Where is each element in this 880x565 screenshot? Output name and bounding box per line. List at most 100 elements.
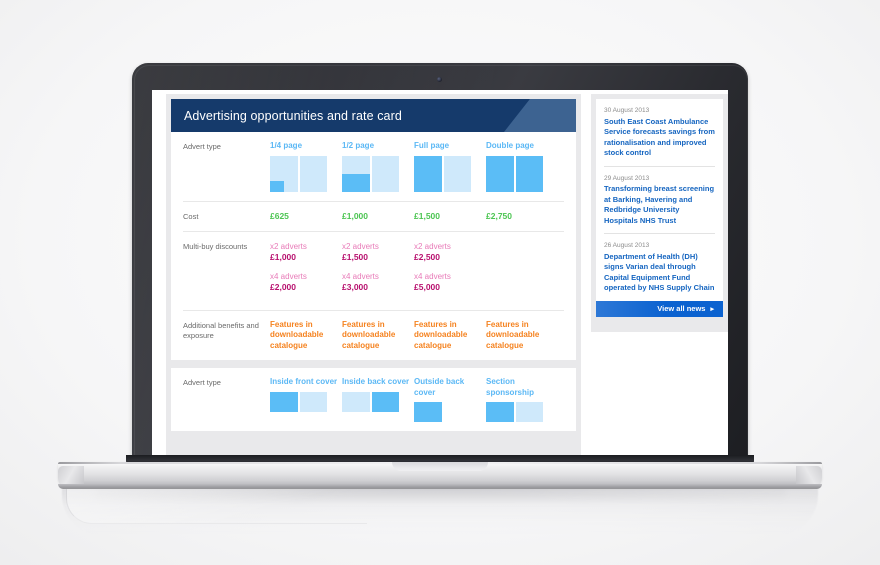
news-list-item[interactable]: 30 August 2013 South East Coast Ambulanc… — [604, 99, 715, 167]
column-heading: Inside front cover — [270, 377, 338, 386]
column-section-sponsorship: Section sponsorship — [486, 377, 558, 422]
column-inside-front-cover: Inside front cover — [270, 377, 342, 422]
multibuy-price: £3,000 — [342, 281, 368, 292]
cost-cell-double: £2,750 — [486, 211, 558, 222]
multibuy-tier: x2 adverts £1,000 — [270, 241, 342, 263]
page-title: Advertising opportunities and rate card — [184, 108, 402, 123]
view-all-news-label: View all news — [657, 304, 706, 313]
benefit-text: Features in downloadable catalogue — [342, 319, 396, 350]
spread-left-page — [270, 391, 298, 412]
multibuy-cell-double — [486, 241, 558, 301]
spread-right-page — [371, 155, 399, 192]
benefit-cell-double: Features in downloadable catalogue — [486, 320, 558, 352]
spread-left-page — [414, 402, 442, 422]
spread-right-page — [444, 402, 472, 422]
table-row-advert-type: Advert type 1/4 page 1/2 page Full page … — [183, 132, 564, 202]
table-row-advert-type-two: Advert type Inside front cover Inside ba… — [183, 368, 564, 431]
spread-left-page — [486, 155, 514, 192]
table-row-multibuy: Multi-buy discounts x2 adverts £1,000 x4… — [183, 232, 564, 311]
news-panel: 30 August 2013 South East Coast Ambulanc… — [596, 99, 723, 301]
multibuy-price: £2,000 — [270, 281, 296, 292]
advert-area-block — [270, 181, 284, 192]
advert-type-cells-two: Inside front cover Inside back cover Out… — [270, 377, 564, 422]
multibuy-quantity: x2 adverts — [414, 241, 451, 251]
column-half-page: 1/2 page — [342, 141, 414, 192]
spread-left-page — [414, 155, 442, 192]
spread-right-page — [299, 155, 327, 192]
news-headline-link[interactable]: South East Coast Ambulance Service forec… — [604, 117, 715, 159]
news-list-item[interactable]: 26 August 2013 Department of Health (DH)… — [604, 234, 715, 301]
cost-cell-half: £1,000 — [342, 211, 414, 222]
news-date: 29 August 2013 — [604, 174, 650, 182]
row-label-advert-type: Advert type — [183, 142, 221, 151]
column-heading: Section sponsorship — [486, 377, 535, 397]
spread-diagram-outside-back-cover — [414, 402, 471, 422]
laptop-reflection-edge — [66, 489, 367, 524]
benefit-text: Features in downloadable catalogue — [270, 319, 324, 350]
multibuy-quantity: x2 adverts — [270, 241, 307, 251]
multibuy-tier: x4 adverts £5,000 — [414, 271, 486, 293]
spread-left-page — [342, 391, 370, 412]
multibuy-price: £2,500 — [414, 251, 440, 262]
spread-diagram-section-sponsorship — [486, 402, 543, 422]
row-label-benefits: Additional benefits and exposure — [183, 320, 259, 340]
page-content: Advertising opportunities and rate card … — [166, 94, 728, 457]
spread-right-page — [299, 391, 327, 412]
spread-diagram-half-page — [342, 155, 399, 192]
column-heading: Inside back cover — [342, 377, 410, 386]
news-headline-link[interactable]: Transforming breast screening at Barking… — [604, 184, 715, 226]
spread-diagram-inside-front-cover — [270, 391, 327, 412]
spread-left-page — [342, 155, 370, 192]
header-wedge-decoration — [504, 99, 576, 132]
row-label-advert-type-two: Advert type — [183, 378, 221, 387]
multibuy-price: £1,500 — [342, 251, 368, 262]
cost-cells: £625 £1,000 £1,500 £2,750 — [270, 211, 564, 222]
laptop-base-notch — [392, 462, 488, 471]
column-heading: Full page — [414, 141, 450, 150]
benefit-cell-quarter: Features in downloadable catalogue — [270, 320, 342, 352]
cost-value: £2,750 — [486, 210, 512, 221]
cost-value: £1,500 — [414, 210, 440, 221]
spread-right-page — [371, 391, 399, 412]
multibuy-tier: x4 adverts £2,000 — [270, 271, 342, 293]
news-date: 30 August 2013 — [604, 107, 650, 114]
multibuy-cell-half: x2 adverts £1,500 x4 adverts £3,000 — [342, 241, 414, 301]
cost-cell-full: £1,500 — [414, 211, 486, 222]
benefit-cell-full: Features in downloadable catalogue — [414, 320, 486, 352]
multibuy-quantity: x4 adverts — [342, 271, 379, 281]
advert-type-cells: 1/4 page 1/2 page Full page Double page — [270, 141, 564, 192]
multibuy-price: £5,000 — [414, 281, 440, 292]
main-column: Advertising opportunities and rate card … — [166, 94, 581, 457]
column-full-page: Full page — [414, 141, 486, 192]
rate-card-table-one: Advert type 1/4 page 1/2 page Full page … — [171, 132, 576, 360]
table-row-benefits: Additional benefits and exposure Feature… — [183, 311, 564, 361]
multibuy-tier: x4 adverts £3,000 — [342, 271, 414, 293]
view-all-news-button[interactable]: View all news ▸ — [596, 300, 723, 317]
spread-left-page — [270, 155, 298, 192]
page-header-band: Advertising opportunities and rate card — [171, 99, 576, 132]
advert-area-block — [342, 173, 370, 192]
row-label-cost: Cost — [183, 211, 199, 221]
column-heading: Double page — [486, 141, 535, 150]
news-headline-link[interactable]: Department of Health (DH) signs Varian d… — [604, 252, 715, 294]
multibuy-quantity: x4 adverts — [270, 271, 307, 281]
laptop-screen: Advertising opportunities and rate card … — [152, 90, 728, 457]
column-inside-back-cover: Inside back cover — [342, 377, 414, 422]
spread-diagram-inside-back-cover — [342, 391, 399, 412]
column-heading: 1/2 page — [342, 141, 375, 150]
multibuy-cells: x2 adverts £1,000 x4 adverts £2,000 x2 a… — [270, 241, 564, 301]
spread-left-page — [486, 402, 514, 422]
column-outside-back-cover: Outside back cover — [414, 377, 486, 422]
multibuy-quantity: x2 adverts — [342, 241, 379, 251]
web-page: Advertising opportunities and rate card … — [152, 90, 728, 457]
arrow-right-icon: ▸ — [710, 305, 714, 313]
spread-diagram-full-page — [414, 155, 471, 192]
multibuy-cell-full: x2 adverts £2,500 x4 adverts £5,000 — [414, 241, 486, 301]
news-list-item[interactable]: 29 August 2013 Transforming breast scree… — [604, 167, 715, 234]
spread-diagram-quarter-page — [270, 155, 327, 192]
spread-right-page — [515, 155, 543, 192]
column-heading: Outside back cover — [414, 377, 465, 397]
benefit-text: Features in downloadable catalogue — [486, 319, 540, 350]
column-double-page: Double page — [486, 141, 558, 192]
multibuy-price: £1,000 — [270, 251, 296, 262]
